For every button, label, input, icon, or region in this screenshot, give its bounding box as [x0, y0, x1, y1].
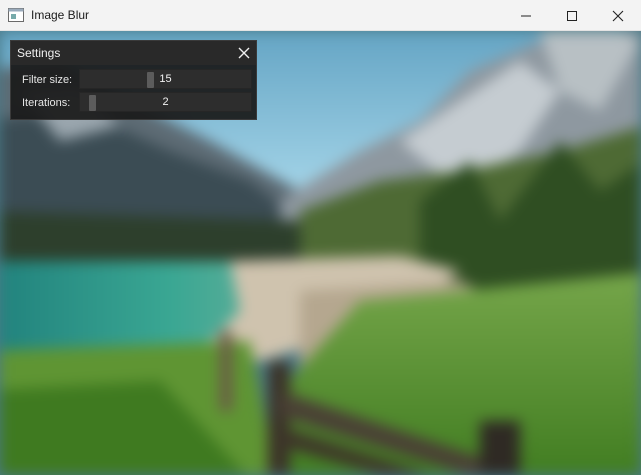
app-window: Image Blur Settings Filter size: 15 Iter…: [0, 0, 641, 475]
window-title: Image Blur: [31, 8, 90, 22]
settings-title: Settings: [17, 46, 61, 60]
filter-size-label: Filter size:: [22, 74, 73, 86]
filter-size-slider[interactable]: 15: [79, 69, 252, 89]
minimize-button[interactable]: [503, 0, 549, 31]
settings-panel-header[interactable]: Settings: [11, 41, 256, 65]
iterations-label: Iterations:: [22, 97, 71, 109]
maximize-icon: [567, 10, 577, 21]
close-icon: [612, 10, 624, 21]
window-close-button[interactable]: [595, 0, 641, 31]
minimize-icon: [521, 15, 531, 16]
close-icon[interactable]: [237, 46, 251, 60]
maximize-button[interactable]: [549, 0, 595, 31]
filter-size-value: 15: [159, 73, 172, 85]
settings-panel: Settings Filter size: 15 Iterations: 2: [10, 40, 257, 120]
title-bar[interactable]: Image Blur: [0, 0, 641, 31]
app-window-icon: [8, 8, 24, 22]
iterations-slider[interactable]: 2: [79, 92, 252, 112]
iterations-value: 2: [162, 96, 169, 108]
